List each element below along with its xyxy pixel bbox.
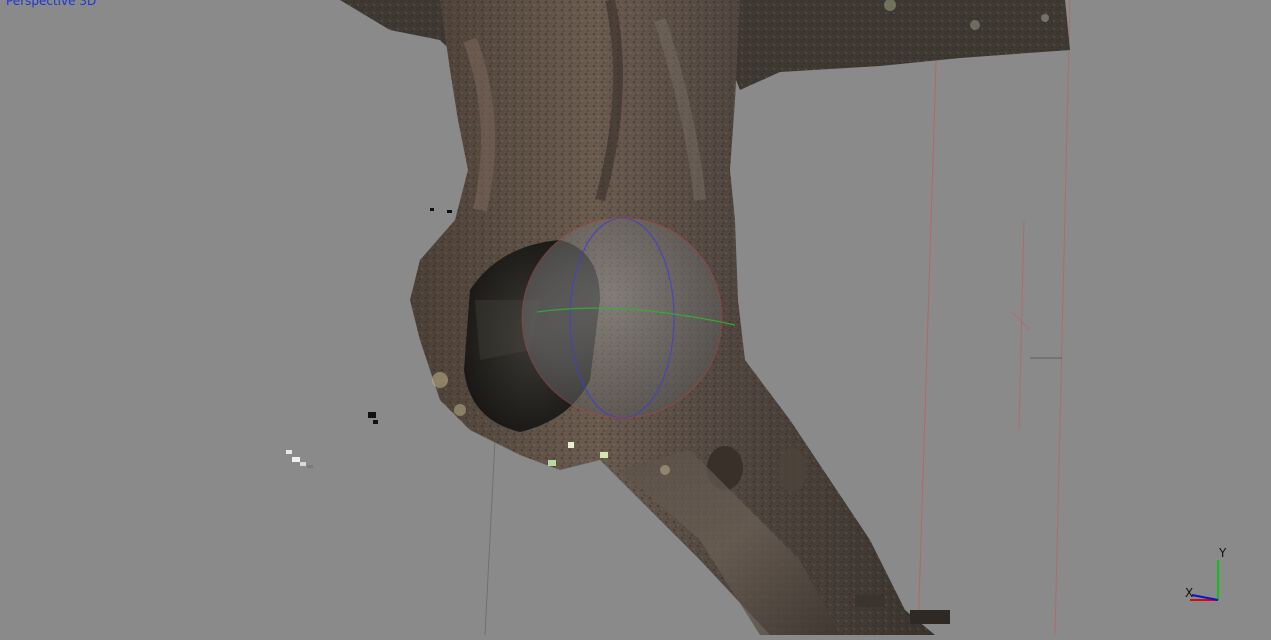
y-axis-label: Y — [1218, 546, 1227, 560]
point-cloud-canvas[interactable] — [0, 0, 1271, 636]
axis-orientation-gizmo: X Y — [1185, 546, 1227, 601]
x-axis-label: X — [1185, 586, 1193, 600]
3d-viewport[interactable]: Perspective 3D X Y — [0, 0, 1271, 636]
view-mode-label: Perspective 3D — [6, 0, 97, 8]
